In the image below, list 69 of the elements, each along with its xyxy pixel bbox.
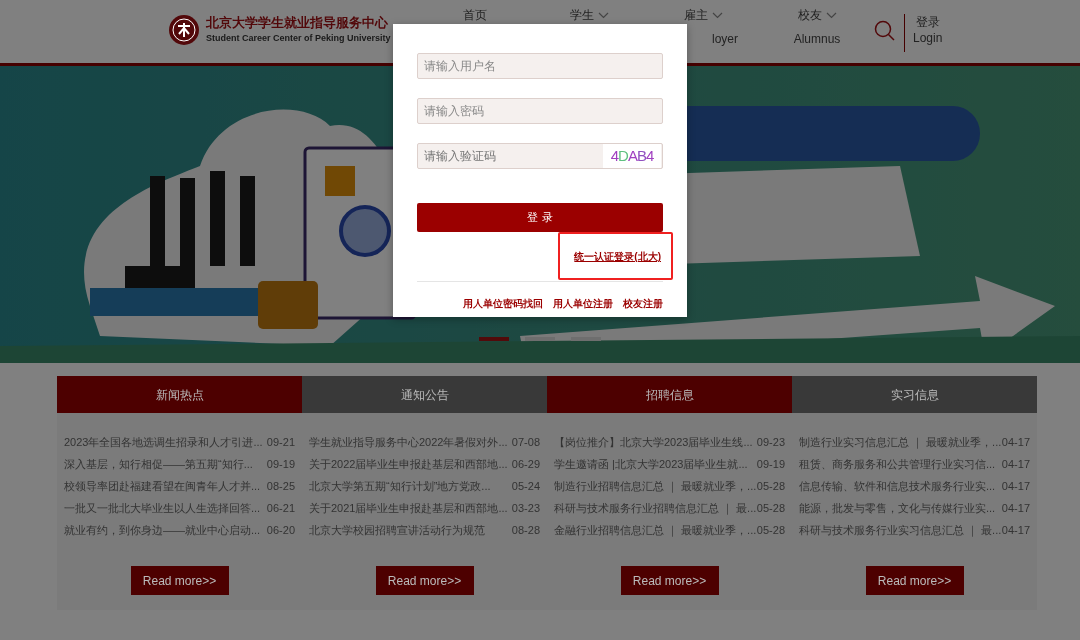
news-date: 05-24 <box>511 478 540 494</box>
news-link[interactable]: 能源，批发与零售，文化与传媒行业实... <box>799 499 996 517</box>
login-link[interactable]: Login <box>913 30 943 46</box>
nav-menu-item[interactable]: 校友 <box>797 7 837 23</box>
news-link[interactable]: 北京大学第五期“知行计划”地方党政... <box>309 477 491 495</box>
news-date: 09-19 <box>266 456 295 472</box>
news-link[interactable]: 北京大学校园招聘宣讲活动行为规范 <box>309 521 485 539</box>
nav-menu-subtitle[interactable]: loyer <box>712 30 738 48</box>
news-link[interactable]: 制造行业实习信息汇总 ｜ 最暖就业季，... <box>799 433 1002 451</box>
news-date: 04-17 <box>1001 478 1030 494</box>
news-link[interactable]: 深入基层，知行相促——第五期“知行... <box>64 455 253 473</box>
news-link[interactable]: 科研与技术服务行业实习信息汇总 ｜ 最... <box>799 521 1002 539</box>
captcha-field[interactable]: 请输入验证码 4DAB4 <box>417 143 663 169</box>
news-date: 09-23 <box>756 434 785 450</box>
register-link[interactable]: 校友注册 <box>623 297 663 312</box>
read-more-button[interactable]: Read more>> <box>865 566 964 595</box>
news-link[interactable]: 学生邀请函 |北京大学2023届毕业生就... <box>554 455 748 473</box>
register-link[interactable]: 用人单位注册 <box>553 297 613 312</box>
section-header[interactable]: 招聘信息 <box>547 376 792 413</box>
news-link[interactable]: 金融行业招聘信息汇总 ｜ 最暖就业季，... <box>554 521 757 539</box>
login-button[interactable]: 登 录 <box>417 203 663 232</box>
news-date: 08-28 <box>511 522 540 538</box>
password-field[interactable]: 请输入密码 <box>417 98 663 124</box>
nav-menu-item[interactable]: 学生 <box>569 7 609 23</box>
news-date: 09-21 <box>266 434 295 450</box>
news-date: 04-17 <box>1001 434 1030 450</box>
news-date: 03-23 <box>511 500 540 516</box>
news-link[interactable]: 关于2021届毕业生申报赴基层和西部地... <box>309 499 508 517</box>
register-link[interactable]: 用人单位密码找回 <box>463 297 543 312</box>
news-date: 06-21 <box>266 500 295 516</box>
nav-menu-item[interactable]: 首页 <box>463 7 487 23</box>
news-link[interactable]: 就业有约，到你身边——就业中心启动... <box>64 521 261 539</box>
news-link[interactable]: 2023年全国各地选调生招录和人才引进... <box>64 433 263 451</box>
news-link[interactable]: 关于2022届毕业生申报赴基层和西部地... <box>309 455 508 473</box>
news-date: 08-25 <box>266 478 295 494</box>
site-subtitle: Student Career Center of Peking University <box>206 31 391 45</box>
news-link[interactable]: 【岗位推介】北京大学2023届毕业生线... <box>554 433 753 451</box>
news-date: 07-08 <box>511 434 540 450</box>
site-title: 北京大学学生就业指导服务中心 <box>206 14 389 32</box>
news-date: 05-28 <box>756 500 785 516</box>
section-header[interactable]: 通知公告 <box>302 376 547 413</box>
login-link[interactable]: 登录 <box>913 14 943 30</box>
news-link[interactable]: 信息传输、软件和信息技术服务行业实... <box>799 477 996 495</box>
news-link[interactable]: 制造行业招聘信息汇总 ｜ 最暖就业季，... <box>554 477 757 495</box>
news-link[interactable]: 科研与技术服务行业招聘信息汇总 ｜ 最... <box>554 499 757 517</box>
read-more-button[interactable]: Read more>> <box>375 566 474 595</box>
chevron-down-icon[interactable] <box>711 11 723 19</box>
news-date: 05-28 <box>756 522 785 538</box>
section-header[interactable]: 新闻热点 <box>57 376 302 413</box>
news-date: 09-19 <box>756 456 785 472</box>
read-more-button[interactable]: Read more>> <box>130 566 229 595</box>
news-date: 04-17 <box>1001 456 1030 472</box>
username-field[interactable]: 请输入用户名 <box>417 53 663 79</box>
news-date: 06-29 <box>511 456 540 472</box>
news-date: 05-28 <box>756 478 785 494</box>
chevron-down-icon[interactable] <box>825 11 837 19</box>
search-icon[interactable] <box>874 20 896 42</box>
section-header[interactable]: 实习信息 <box>792 376 1037 413</box>
captcha-image[interactable]: 4DAB4 <box>603 144 661 168</box>
chevron-down-icon[interactable] <box>597 11 609 19</box>
news-link[interactable]: 租赁、商务服务和公共管理行业实习信... <box>799 455 996 473</box>
news-date: 04-17 <box>1001 500 1030 516</box>
news-date: 04-17 <box>1001 522 1030 538</box>
nav-menu-item[interactable]: 雇主 <box>683 7 723 23</box>
news-date: 06-20 <box>266 522 295 538</box>
nav-menu-subtitle[interactable]: Alumnus <box>793 30 841 48</box>
sso-login-link[interactable]: 统一认证登录(北大) <box>558 232 673 280</box>
university-emblem-icon <box>168 14 200 46</box>
read-more-button[interactable]: Read more>> <box>620 566 719 595</box>
